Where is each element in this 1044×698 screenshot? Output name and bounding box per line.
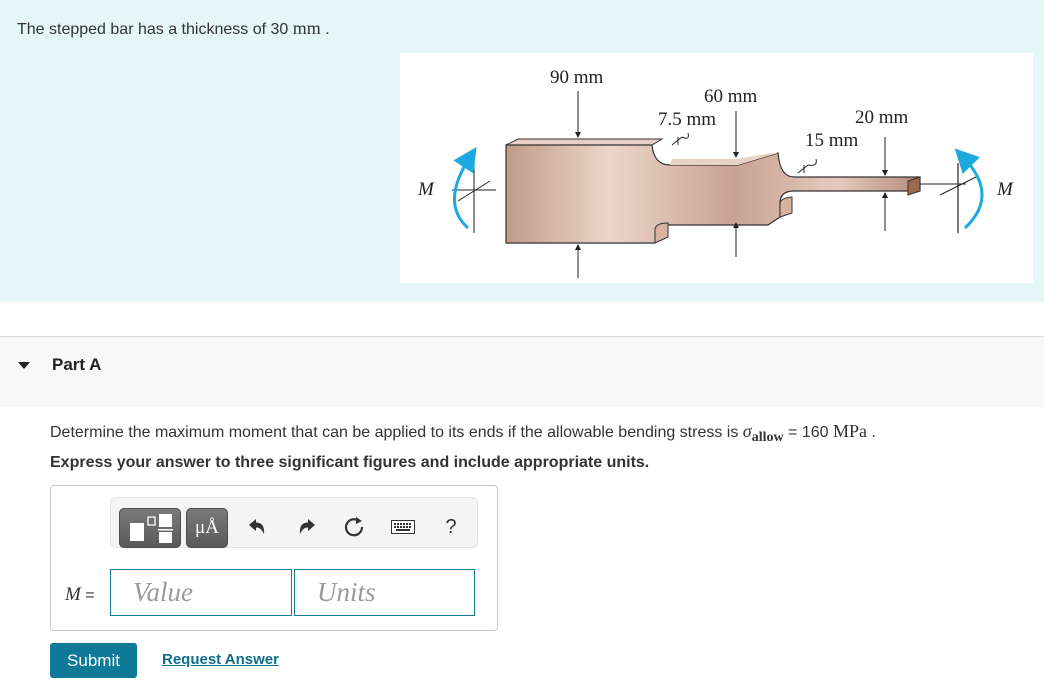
stepped-bar-diagram: M M 90 mm 60 mm 7.5 mm 20 mm 15 mm	[417, 67, 1014, 278]
part-a-toggle[interactable]: Part A	[18, 355, 101, 375]
redo-icon	[299, 519, 315, 534]
left-moment-symbol: M	[417, 146, 496, 233]
dim-label-60mm: 60 mm	[704, 86, 758, 107]
templates-icon	[130, 514, 173, 543]
question-prefix: Determine the maximum moment that can be…	[50, 424, 743, 441]
instruction-text: Express your answer to three significant…	[50, 454, 650, 471]
keyboard-button[interactable]	[389, 513, 417, 541]
units-button[interactable]: μÅ	[186, 508, 228, 548]
units-input[interactable]	[294, 569, 475, 616]
caret-down-icon	[18, 361, 30, 369]
question-equals: = 160	[783, 424, 833, 441]
templates-button[interactable]	[119, 508, 181, 548]
moment-label-left: M	[417, 179, 435, 200]
stepped-bar-figure: M M 90 mm 60 mm 7.5 mm 20 mm 15 mm	[400, 53, 1033, 283]
sigma-symbol: σ	[742, 421, 752, 441]
intro-suffix: .	[325, 21, 330, 38]
bar-body	[505, 138, 921, 244]
intro-unit: mm	[292, 18, 321, 38]
answer-box: μÅ ? M = Value Units	[50, 485, 498, 631]
question-suffix: .	[866, 424, 876, 441]
question-unit: MPa	[832, 421, 867, 441]
part-title: Part A	[52, 355, 102, 374]
undo-icon	[249, 519, 265, 534]
answer-equals: =	[80, 587, 95, 604]
intro-text-prefix: The stepped bar has a thickness of 30	[17, 21, 293, 38]
dim-label-7-5mm: 7.5 mm	[658, 109, 716, 130]
answer-variable-label: M =	[65, 584, 95, 606]
undo-button[interactable]	[244, 513, 272, 541]
reset-button[interactable]	[341, 513, 369, 541]
value-input[interactable]	[110, 569, 292, 616]
keyboard-icon	[391, 520, 415, 534]
dim-label-15mm: 15 mm	[805, 130, 859, 151]
redo-button[interactable]	[292, 513, 320, 541]
help-button[interactable]: ?	[437, 513, 465, 541]
right-moment-symbol: M	[920, 148, 1014, 233]
problem-intro: The stepped bar has a thickness of 30 mm…	[0, 0, 1044, 302]
question-text: Determine the maximum moment that can be…	[50, 421, 876, 446]
sigma-subscript: allow	[751, 430, 784, 445]
request-answer-link[interactable]: Request Answer	[162, 651, 279, 668]
reset-icon	[344, 517, 364, 537]
intro-text: The stepped bar has a thickness of 30 mm…	[17, 18, 330, 39]
moment-label-right: M	[996, 179, 1014, 200]
answer-variable: M	[65, 584, 81, 605]
part-a-body: Determine the maximum moment that can be…	[0, 407, 1044, 698]
dim-label-20mm: 20 mm	[855, 107, 909, 128]
math-toolbar: μÅ ?	[110, 497, 478, 548]
part-a-section: Part A Determine the maximum moment that…	[0, 337, 1044, 698]
dim-label-90mm: 90 mm	[550, 67, 604, 88]
submit-button[interactable]: Submit	[50, 643, 137, 678]
